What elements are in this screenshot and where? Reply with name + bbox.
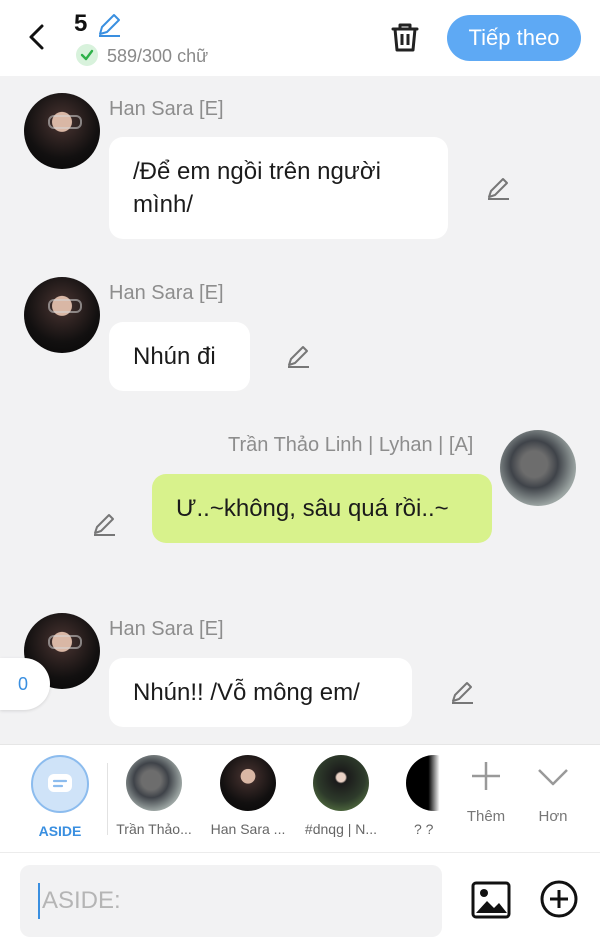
expand-button[interactable]: Hơn xyxy=(523,759,583,825)
character-label: #dnqg | N... xyxy=(304,821,378,837)
divider xyxy=(107,763,108,835)
character-han-sara[interactable]: Han Sara ... xyxy=(203,755,293,837)
sender-name: Trần Thảo Linh | Lyhan | [A] xyxy=(228,434,474,456)
expand-label: Hơn xyxy=(538,808,568,825)
message-count: 5 xyxy=(74,10,88,37)
add-button[interactable] xyxy=(539,879,579,919)
message-bubble-mine[interactable]: Ư..~không, sâu quá rồi..~ xyxy=(152,474,492,543)
back-button[interactable] xyxy=(20,20,54,54)
character-label: ASIDE xyxy=(38,823,82,839)
message-input[interactable] xyxy=(42,887,422,915)
character-aside[interactable]: ASIDE xyxy=(15,755,105,839)
text-caret xyxy=(38,883,40,919)
pencil-icon[interactable] xyxy=(96,12,122,38)
top-bar: 5 589/300 chữ Tiếp theo xyxy=(0,0,600,76)
composer xyxy=(0,852,600,947)
message-bubble[interactable]: Nhún!! /Vỗ mông em/ xyxy=(109,658,412,727)
check-icon xyxy=(76,44,98,66)
sender-name: Han Sara [E] xyxy=(109,282,224,304)
edit-message-icon[interactable] xyxy=(448,678,476,706)
character-tran-thao[interactable]: Trần Thảo... xyxy=(109,755,199,837)
plus-icon xyxy=(472,762,500,790)
word-count: 589/300 chữ xyxy=(107,46,209,66)
more-label: Thêm xyxy=(466,808,506,825)
aside-icon xyxy=(31,755,89,813)
message-bubble[interactable]: Nhún đi xyxy=(109,322,250,391)
avatar-tran-thao-linh[interactable] xyxy=(500,430,576,506)
character-avatar xyxy=(126,755,182,811)
plus-circle-icon xyxy=(540,880,578,918)
side-counter-badge[interactable]: 0 xyxy=(0,658,50,710)
character-label: ? ? xyxy=(414,821,434,837)
character-label: Trần Thảo... xyxy=(116,821,192,837)
character-avatar xyxy=(220,755,276,811)
image-button[interactable] xyxy=(470,879,512,921)
edit-message-icon[interactable] xyxy=(484,174,512,202)
character-unknown[interactable]: ? ? xyxy=(378,755,462,837)
character-dnqg[interactable]: #dnqg | N... xyxy=(296,755,386,837)
avatar-han-sara[interactable] xyxy=(24,93,100,169)
sender-name: Han Sara [E] xyxy=(109,98,224,120)
character-label: Han Sara ... xyxy=(210,821,286,837)
message-input-wrapper[interactable] xyxy=(20,865,442,937)
next-button[interactable]: Tiếp theo xyxy=(447,15,581,61)
message-bubble[interactable]: /Để em ngồi trên người mình/ xyxy=(109,137,448,239)
chevron-down-icon xyxy=(538,769,568,786)
character-avatar xyxy=(313,755,369,811)
chevron-left-icon xyxy=(29,24,44,50)
delete-button[interactable] xyxy=(386,18,424,56)
more-button[interactable]: Thêm xyxy=(456,759,516,825)
trash-icon xyxy=(391,23,419,52)
avatar-han-sara[interactable] xyxy=(24,277,100,353)
edit-message-icon[interactable] xyxy=(284,342,312,370)
edit-message-icon[interactable] xyxy=(90,510,118,538)
character-avatar xyxy=(406,755,462,811)
image-icon xyxy=(471,881,511,919)
sender-name: Han Sara [E] xyxy=(109,618,224,640)
character-bar: ASIDE Trần Thảo... Han Sara ... #dnqg | … xyxy=(0,744,600,852)
